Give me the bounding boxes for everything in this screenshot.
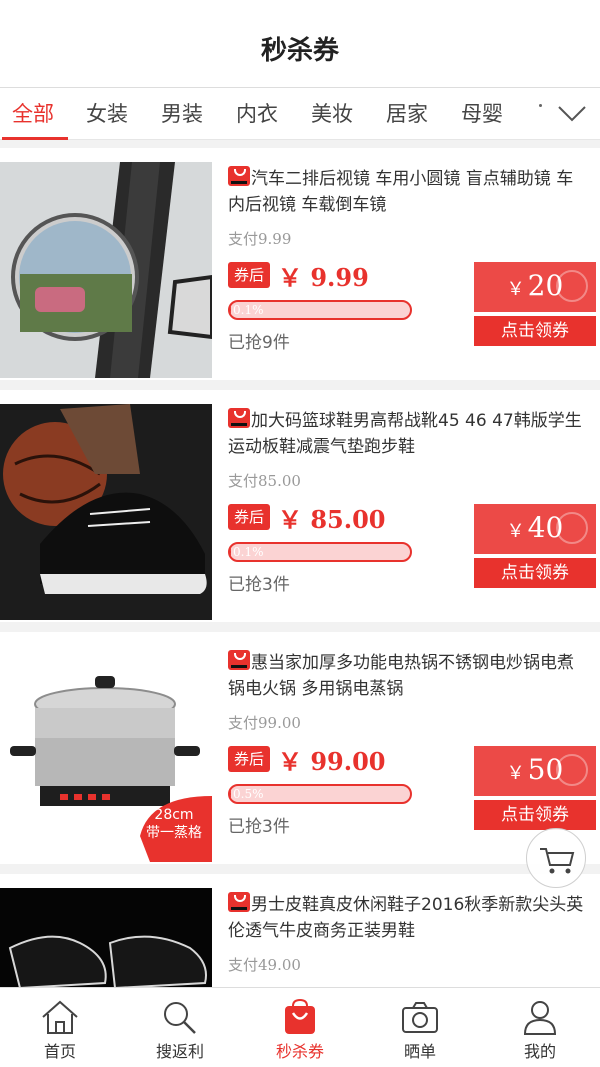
coupon-amount: 20 [527, 269, 564, 302]
product-title: 汽车二排后视镜 车用小圆镜 盲点辅助镜 车内后视镜 车载倒车镜 [228, 166, 588, 218]
image-badge: 28cm 带一蒸格 [146, 807, 202, 841]
claim-progress-bar: 0.1% [228, 542, 412, 562]
product-title: 惠当家加厚多功能电热锅不锈钢电炒锅电煮锅电火锅 多用锅电蒸锅 [228, 650, 588, 702]
coupon-price: ￥ 9.99 [278, 263, 369, 292]
coupon-value: ￥ 50 [470, 746, 600, 796]
claim-coupon-button[interactable]: 点击领券 [474, 558, 596, 588]
coupon-price: ￥ 85.00 [278, 505, 386, 534]
camera-icon [402, 1002, 438, 1033]
tab-overflow-dot [539, 104, 542, 107]
sold-count: 已抢3件 [228, 817, 290, 837]
coupon-value: ￥ 40 [470, 504, 600, 554]
search-icon [164, 1002, 196, 1034]
shopping-bag-icon [285, 998, 315, 1034]
coupon-price: ￥ 99.00 [278, 747, 386, 776]
original-price: 支付99.00 [228, 714, 301, 732]
after-coupon-tag: 券后 [228, 262, 270, 288]
app-header: 秒杀券 [0, 0, 600, 88]
tabbar-share-orders[interactable]: 晒单 [360, 988, 480, 1067]
original-price: 支付85.00 [228, 472, 301, 490]
tmall-icon [228, 650, 250, 670]
product-image [0, 162, 212, 378]
tabbar-flash-coupons[interactable]: 秒杀券 [240, 988, 360, 1067]
category-tabs: 全部 女装 男装 内衣 美妆 居家 母婴 [0, 88, 600, 140]
tab-underwear[interactable]: 内衣 [236, 98, 278, 130]
tmall-icon [228, 166, 250, 186]
coupon[interactable]: ￥ 50 点击领券 [470, 746, 600, 830]
user-icon [523, 1001, 557, 1035]
product-image: 28cm 带一蒸格 [0, 646, 212, 862]
after-coupon-tag: 券后 [228, 504, 270, 530]
home-icon [42, 1000, 78, 1034]
claim-coupon-button[interactable]: 点击领券 [474, 800, 596, 830]
tab-womens[interactable]: 女装 [86, 98, 128, 130]
claim-coupon-button[interactable]: 点击领券 [474, 316, 596, 346]
tab-home[interactable]: 居家 [386, 98, 428, 130]
tabbar-home[interactable]: 首页 [0, 988, 120, 1067]
tab-beauty[interactable]: 美妆 [311, 98, 353, 130]
claim-progress-bar: 0.5% [228, 784, 412, 804]
claim-progress-text: 0.1% [233, 545, 264, 559]
cart-button[interactable] [526, 828, 586, 888]
tab-mens[interactable]: 男装 [161, 98, 203, 130]
tmall-icon [228, 892, 250, 912]
bottom-tab-bar: 首页 搜返利 秒杀券 晒单 我的 [0, 987, 600, 1067]
claim-progress-text: 0.1% [233, 303, 264, 317]
chevron-down-icon[interactable] [554, 96, 590, 132]
coupon-amount: 40 [527, 511, 564, 544]
product-card[interactable]: 加大码篮球鞋男高帮战靴45 46 47韩版学生运动板鞋减震气垫跑步鞋 支付85.… [0, 390, 600, 622]
tmall-icon [228, 408, 250, 428]
claim-progress-bar: 0.1% [228, 300, 412, 320]
coupon[interactable]: ￥ 20 点击领券 [470, 262, 600, 346]
coupon-amount: 50 [527, 753, 564, 786]
product-image [0, 404, 212, 620]
original-price: 支付9.99 [228, 230, 292, 248]
coupon[interactable]: ￥ 40 点击领券 [470, 504, 600, 588]
product-card[interactable]: 28cm 带一蒸格 惠当家加厚多功能电热锅不锈钢电炒锅电煮锅电火锅 多用锅电蒸锅… [0, 632, 600, 864]
product-title: 男士皮鞋真皮休闲鞋子2016秋季新款尖头英伦透气牛皮商务正装男鞋 [228, 892, 588, 944]
sold-count: 已抢3件 [228, 575, 290, 595]
tabbar-search-rebate[interactable]: 搜返利 [120, 988, 240, 1067]
tab-baby[interactable]: 母婴 [461, 98, 503, 130]
sold-count: 已抢9件 [228, 333, 290, 353]
tab-all[interactable]: 全部 [2, 98, 68, 140]
product-card[interactable]: 汽车二排后视镜 车用小圆镜 盲点辅助镜 车内后视镜 车载倒车镜 支付9.99 券… [0, 148, 600, 380]
claim-progress-text: 0.5% [233, 787, 264, 801]
after-coupon-tag: 券后 [228, 746, 270, 772]
cart-icon [540, 848, 575, 874]
product-title: 加大码篮球鞋男高帮战靴45 46 47韩版学生运动板鞋减震气垫跑步鞋 [228, 408, 588, 460]
tabbar-mine[interactable]: 我的 [480, 988, 600, 1067]
original-price: 支付49.00 [228, 956, 301, 974]
coupon-value: ￥ 20 [470, 262, 600, 312]
page-title: 秒杀券 [260, 36, 339, 66]
